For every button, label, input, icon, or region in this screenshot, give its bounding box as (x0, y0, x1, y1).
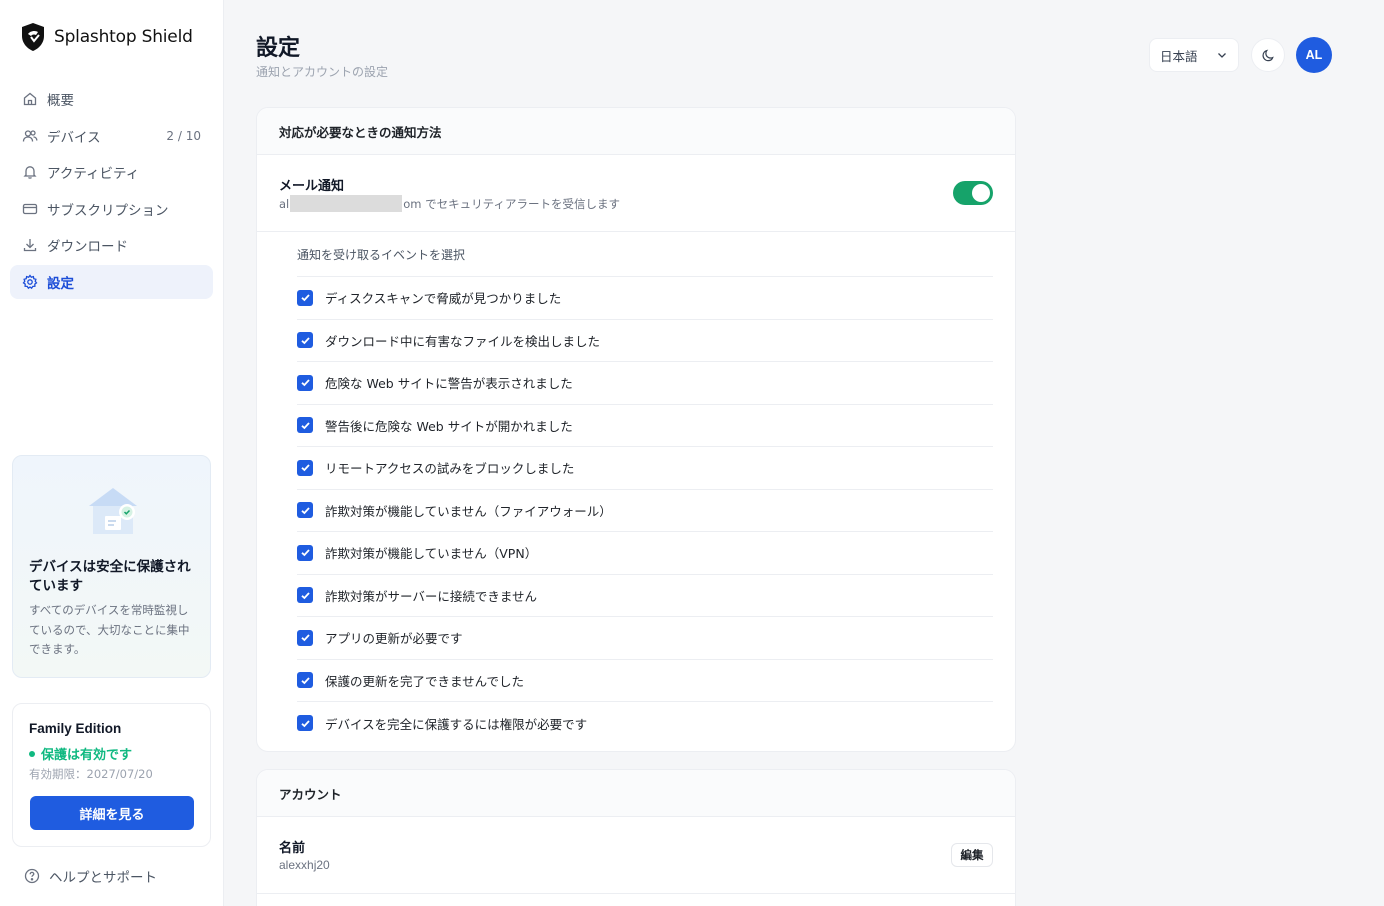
device-count: 2 / 10 (166, 128, 201, 143)
event-label: ディスクスキャンで脅威が見つかりました (325, 291, 562, 307)
chevron-down-icon (1218, 53, 1226, 58)
checkbox-checked-icon[interactable] (297, 417, 313, 434)
help-support-link[interactable]: ヘルプとサポート (24, 866, 157, 886)
checkbox-checked-icon[interactable] (297, 544, 313, 561)
sidebar-item-label: ダウンロード (47, 239, 128, 256)
event-label: ダウンロード中に有害なファイルを検出しました (325, 333, 601, 349)
event-option[interactable]: 危険な Web サイトに警告が表示されました (297, 362, 993, 405)
redacted-email-mask (290, 195, 403, 212)
shield-logo-icon (22, 23, 44, 51)
device-safe-card: デバイスは安全に保護されています すべてのデバイスを常時監視しているので、大切な… (12, 455, 211, 678)
sidebar-item-label: アクティビティ (47, 166, 140, 183)
email-prefix: al (279, 197, 290, 211)
sidebar: Splashtop Shield 概要 デバイス 2 / 10 アクティビティ (0, 0, 224, 906)
checkbox-checked-icon[interactable] (297, 332, 313, 349)
moon-icon (1261, 49, 1274, 61)
checkbox-checked-icon[interactable] (297, 374, 313, 391)
account-name-label: 名前 (279, 841, 306, 856)
sidebar-item-settings[interactable]: 設定 (10, 264, 213, 299)
email-suffix: om でセキュリティアラートを受信します (403, 197, 620, 211)
toggle-knob (972, 184, 990, 202)
event-option[interactable]: リモートアクセスの試みをブロックしました (297, 447, 993, 490)
protection-status: 保護は有効です (29, 744, 132, 763)
page-title: 設定 (256, 36, 301, 61)
sidebar-item-activity[interactable]: アクティビティ (10, 155, 213, 189)
notification-section-title: 対応が必要なときの通知方法 (257, 108, 1015, 155)
email-notification-description: al om でセキュリティアラートを受信します (279, 195, 620, 212)
event-option[interactable]: ダウンロード中に有害なファイルを検出しました (297, 320, 993, 362)
checkbox-checked-icon[interactable] (297, 715, 313, 732)
house-shield-icon (89, 488, 137, 534)
event-option[interactable]: アプリの更新が必要です (297, 617, 993, 660)
gear-icon (22, 274, 38, 290)
notification-settings-card: 対応が必要なときの通知方法 メール通知 al om でセキュリティアラートを受信し… (256, 107, 1016, 752)
brand-name: Splashtop Shield (54, 27, 193, 47)
brand[interactable]: Splashtop Shield (20, 22, 193, 52)
email-notification-title: メール通知 (279, 179, 345, 194)
account-settings-card: アカウント 名前 alexxhj20 編集 (256, 769, 1016, 906)
home-icon (22, 91, 38, 107)
event-option[interactable]: 詐欺対策が機能していません（VPN） (297, 532, 993, 575)
users-icon (22, 128, 38, 144)
account-name-value: alexxhj20 (279, 858, 330, 872)
bell-icon (22, 164, 38, 180)
checkbox-checked-icon[interactable] (297, 289, 313, 306)
event-label: 詐欺対策が機能していません（ファイアウォール） (325, 503, 612, 519)
plan-name: Family Edition (29, 721, 122, 736)
sidebar-item-label: 設定 (47, 275, 74, 292)
sidebar-item-devices[interactable]: デバイス 2 / 10 (10, 119, 213, 153)
plan-expiry: 有効期限：2027/07/20 (29, 767, 153, 781)
event-option[interactable]: ディスクスキャンで脅威が見つかりました (297, 277, 993, 320)
checkbox-checked-icon[interactable] (297, 629, 313, 646)
event-label: リモートアクセスの試みをブロックしました (325, 461, 575, 477)
account-name-row: 名前 alexxhj20 編集 (257, 817, 1015, 894)
event-label: 詐欺対策が機能していません（VPN） (325, 546, 538, 562)
page-subtitle: 通知とアカウントの設定 (256, 65, 389, 79)
event-label: アプリの更新が必要です (325, 631, 463, 647)
credit-card-icon (22, 201, 38, 217)
status-dot-icon (29, 750, 35, 757)
language-value: 日本語 (1160, 48, 1198, 64)
sidebar-item-download[interactable]: ダウンロード (10, 228, 213, 262)
help-label: ヘルプとサポート (49, 870, 157, 886)
email-notification-row: メール通知 al om でセキュリティアラートを受信します (257, 155, 1015, 232)
protection-status-label: 保護は有効です (41, 748, 133, 763)
view-details-button[interactable]: 詳細を見る (30, 796, 194, 830)
plan-card: Family Edition 保護は有効です 有効期限：2027/07/20 詳… (12, 703, 211, 847)
checkbox-checked-icon[interactable] (297, 502, 313, 519)
theme-toggle-button[interactable] (1251, 38, 1285, 72)
user-avatar[interactable]: AL (1296, 37, 1332, 73)
safe-card-description: すべてのデバイスを常時監視しているので、大切なことに集中できます。 (29, 603, 190, 656)
event-option[interactable]: 詐欺対策が機能していません（ファイアウォール） (297, 490, 993, 532)
account-section-title: アカウント (257, 770, 1015, 817)
sidebar-nav: 概要 デバイス 2 / 10 アクティビティ サブスクリプション ダウンロード … (10, 82, 213, 302)
event-list: 通知を受け取るイベントを選択 ディスクスキャンで脅威が見つかりました ダウンロー… (257, 232, 1015, 745)
events-label: 通知を受け取るイベントを選択 (297, 232, 993, 277)
safe-card-title: デバイスは安全に保護されています (29, 559, 191, 594)
event-option[interactable]: 警告後に危険な Web サイトが開かれました (297, 405, 993, 447)
download-icon (22, 237, 38, 253)
help-circle-icon (24, 868, 40, 884)
sidebar-item-label: デバイス (47, 129, 101, 146)
sidebar-item-subscription[interactable]: サブスクリプション (10, 192, 213, 226)
event-label: 詐欺対策がサーバーに接続できません (325, 588, 538, 604)
sidebar-item-label: サブスクリプション (47, 202, 169, 219)
sidebar-item-overview[interactable]: 概要 (10, 82, 213, 116)
checkbox-checked-icon[interactable] (297, 672, 313, 689)
event-label: 警告後に危険な Web サイトが開かれました (325, 418, 573, 434)
event-option[interactable]: 詐欺対策がサーバーに接続できません (297, 575, 993, 617)
email-notification-toggle[interactable] (953, 181, 993, 205)
event-label: 危険な Web サイトに警告が表示されました (325, 376, 573, 392)
event-label: デバイスを完全に保護するには権限が必要です (325, 716, 588, 732)
sidebar-item-label: 概要 (47, 93, 74, 109)
edit-name-button[interactable]: 編集 (951, 843, 993, 867)
event-option[interactable]: 保護の更新を完了できませんでした (297, 660, 993, 702)
checkbox-checked-icon[interactable] (297, 587, 313, 604)
event-option[interactable]: デバイスを完全に保護するには権限が必要です (297, 702, 993, 745)
language-select[interactable]: 日本語 (1149, 38, 1239, 72)
event-label: 保護の更新を完了できませんでした (325, 673, 525, 689)
checkbox-checked-icon[interactable] (297, 459, 313, 476)
